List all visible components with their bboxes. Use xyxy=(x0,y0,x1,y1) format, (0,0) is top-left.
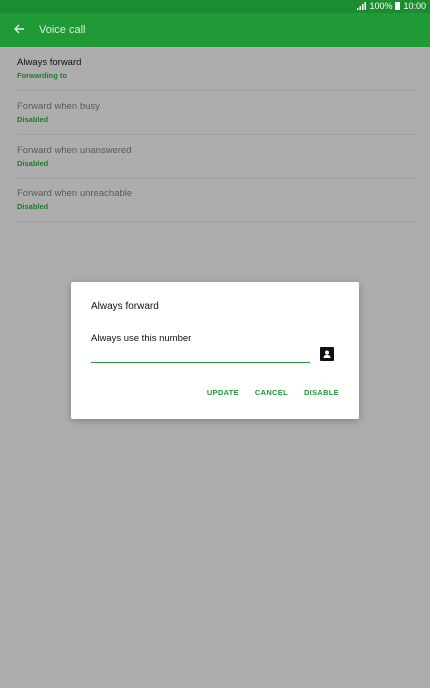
status-bar: 100% 10:00 xyxy=(0,0,430,13)
update-button[interactable]: UPDATE xyxy=(207,388,239,397)
app-bar: Voice call xyxy=(0,13,430,47)
setting-always-forward[interactable]: Always forward Forwarding to xyxy=(17,57,416,91)
setting-forward-unanswered[interactable]: Forward when unanswered Disabled xyxy=(17,145,416,179)
app-title: Voice call xyxy=(39,24,86,36)
setting-subtitle: Forwarding to xyxy=(17,71,67,80)
battery-icon xyxy=(395,2,401,10)
status-indicators: 100% 10:00 xyxy=(357,1,426,11)
setting-title: Forward when busy xyxy=(17,101,100,112)
always-forward-dialog: Always forward Always use this number UP… xyxy=(71,282,359,419)
setting-title: Forward when unreachable xyxy=(17,188,133,199)
contact-icon[interactable] xyxy=(320,347,334,361)
arrow-back-icon[interactable] xyxy=(12,22,26,36)
signal-icon xyxy=(357,2,367,10)
phone-number-input[interactable] xyxy=(91,348,310,363)
dialog-label: Always use this number xyxy=(91,333,192,344)
setting-forward-busy[interactable]: Forward when busy Disabled xyxy=(17,101,416,135)
disable-button[interactable]: DISABLE xyxy=(304,388,339,397)
cancel-button[interactable]: CANCEL xyxy=(255,388,288,397)
setting-subtitle: Disabled xyxy=(17,115,49,124)
battery-percent: 100% xyxy=(369,1,393,11)
setting-forward-unreachable[interactable]: Forward when unreachable Disabled xyxy=(17,188,416,222)
setting-subtitle: Disabled xyxy=(17,202,49,211)
clock: 10:00 xyxy=(403,1,426,11)
dialog-title: Always forward xyxy=(91,301,159,312)
setting-title: Forward when unanswered xyxy=(17,145,132,156)
dialog-actions: UPDATE CANCEL DISABLE xyxy=(207,388,339,397)
setting-title: Always forward xyxy=(17,57,82,68)
setting-subtitle: Disabled xyxy=(17,159,49,168)
